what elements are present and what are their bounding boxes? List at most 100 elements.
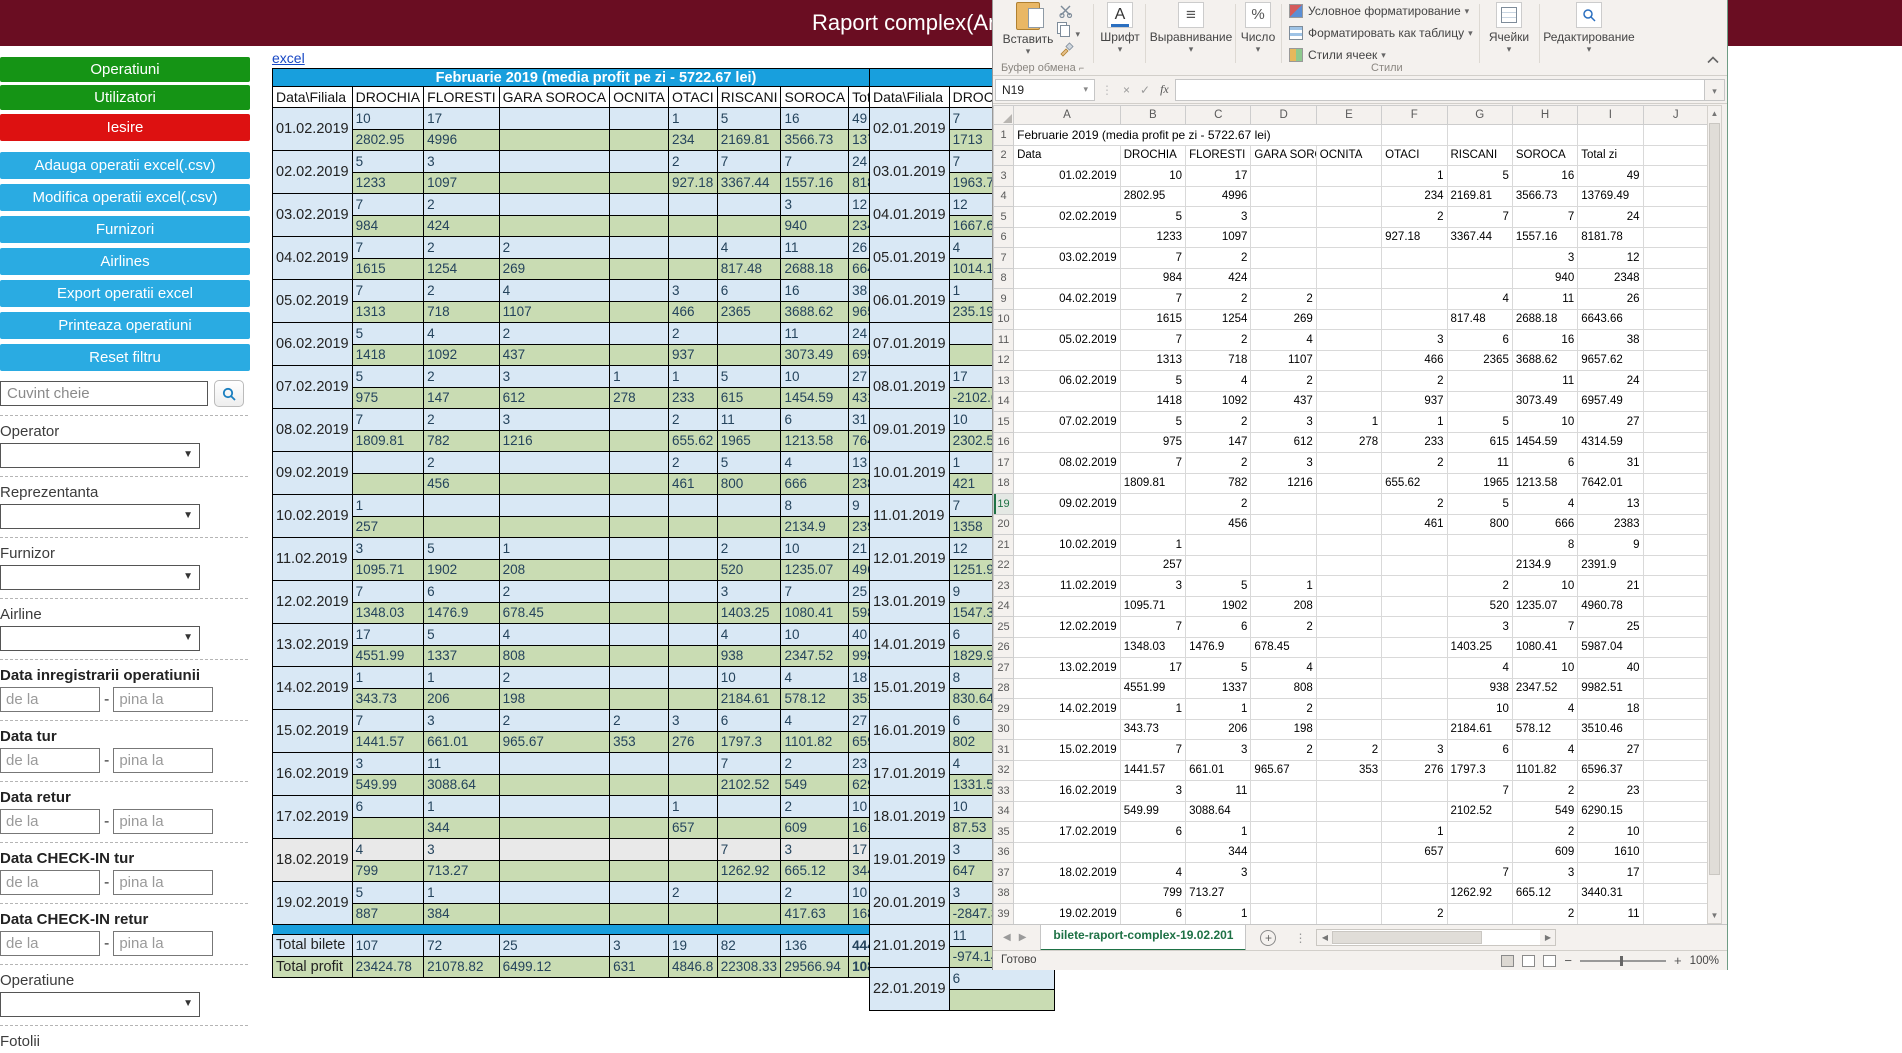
excel-row-header-9[interactable]: 9: [994, 289, 1014, 310]
search-input[interactable]: [0, 381, 208, 406]
excel-cell[interactable]: [1251, 863, 1316, 884]
excel-cell[interactable]: 665.12: [1512, 883, 1577, 904]
zoom-level-label[interactable]: 100%: [1690, 955, 1719, 967]
excel-cell[interactable]: [1382, 658, 1447, 679]
excel-column-header-h[interactable]: H: [1512, 106, 1577, 125]
excel-cell[interactable]: 24: [1578, 207, 1643, 228]
excel-cell[interactable]: 353: [1316, 760, 1381, 781]
excel-cell[interactable]: 17: [1120, 658, 1185, 679]
excel-cell[interactable]: 11: [1512, 289, 1577, 310]
excel-cell[interactable]: 31: [1578, 453, 1643, 474]
excel-cell[interactable]: [1643, 781, 1708, 802]
excel-cell[interactable]: 718: [1186, 350, 1251, 371]
excel-row-header-31[interactable]: 31: [994, 740, 1014, 761]
excel-cell[interactable]: [1643, 371, 1708, 392]
excel-cell[interactable]: [1643, 555, 1708, 576]
excel-cell[interactable]: 38: [1578, 330, 1643, 351]
excel-column-header-e[interactable]: E: [1316, 106, 1381, 125]
excel-cell[interactable]: [1382, 678, 1447, 699]
excel-cell[interactable]: [1643, 309, 1708, 330]
horizontal-scroll-thumb[interactable]: [1332, 931, 1482, 944]
excel-cell[interactable]: 4314.59: [1578, 432, 1643, 453]
excel-cell[interactable]: [1643, 535, 1708, 556]
filter-data-retur-to[interactable]: [113, 809, 213, 834]
excel-cell[interactable]: [1120, 842, 1185, 863]
excel-cell[interactable]: 5: [1447, 412, 1512, 433]
excel-cell[interactable]: [1251, 904, 1316, 925]
excel-cell[interactable]: 233: [1382, 432, 1447, 453]
excel-cell[interactable]: DROCHIA: [1120, 145, 1185, 166]
excel-cell[interactable]: 1213.58: [1512, 473, 1577, 494]
excel-cell[interactable]: 7: [1120, 453, 1185, 474]
excel-cell[interactable]: 27: [1578, 740, 1643, 761]
excel-cell[interactable]: 2365: [1447, 350, 1512, 371]
excel-cell[interactable]: [1014, 309, 1121, 330]
excel-cell[interactable]: [1251, 268, 1316, 289]
excel-cell[interactable]: 1313: [1120, 350, 1185, 371]
excel-cell[interactable]: [1316, 371, 1381, 392]
excel-cell[interactable]: [1316, 883, 1381, 904]
excel-cell[interactable]: 937: [1382, 391, 1447, 412]
excel-cell[interactable]: 1: [1120, 699, 1185, 720]
excel-row-header-17[interactable]: 17: [994, 453, 1014, 474]
excel-cell[interactable]: [1251, 166, 1316, 187]
cancel-entry-button[interactable]: ×: [1123, 83, 1130, 97]
excel-cell[interactable]: 3: [1512, 248, 1577, 269]
excel-cell[interactable]: [1643, 596, 1708, 617]
sidebar-button-modifica-operatii-excel-csv[interactable]: Modifica operatii excel(.csv): [0, 184, 250, 211]
excel-cell[interactable]: 10: [1120, 166, 1185, 187]
scroll-up-button[interactable]: ▲: [1708, 106, 1721, 121]
excel-cell[interactable]: 7: [1120, 740, 1185, 761]
excel-cell[interactable]: [1251, 514, 1316, 535]
excel-cell[interactable]: 1418: [1120, 391, 1185, 412]
excel-cell[interactable]: [1251, 801, 1316, 822]
excel-cell[interactable]: 1337: [1186, 678, 1251, 699]
excel-row-header-28[interactable]: 28: [994, 678, 1014, 699]
excel-cell[interactable]: [1251, 555, 1316, 576]
excel-cell[interactable]: 7: [1512, 617, 1577, 638]
excel-cell[interactable]: 1615: [1120, 309, 1185, 330]
excel-cell[interactable]: [1316, 309, 1381, 330]
excel-cell[interactable]: 1107: [1251, 350, 1316, 371]
excel-row-header-21[interactable]: 21: [994, 535, 1014, 556]
excel-cell[interactable]: 2102.52: [1447, 801, 1512, 822]
excel-row-header-24[interactable]: 24: [994, 596, 1014, 617]
filter-data-tur-from[interactable]: [0, 748, 100, 773]
excel-cell[interactable]: 520: [1447, 596, 1512, 617]
excel-cell[interactable]: [1643, 227, 1708, 248]
excel-cell[interactable]: 03.02.2019: [1014, 248, 1121, 269]
scroll-right-button[interactable]: ▶: [1540, 933, 1555, 942]
excel-cell[interactable]: 198: [1251, 719, 1316, 740]
excel-cell[interactable]: [1014, 268, 1121, 289]
excel-cell[interactable]: [1382, 596, 1447, 617]
excel-cell[interactable]: [1643, 801, 1708, 822]
excel-cell[interactable]: 6: [1512, 453, 1577, 474]
excel-cell[interactable]: 940: [1512, 268, 1577, 289]
excel-cell[interactable]: 10: [1578, 822, 1643, 843]
excel-cell[interactable]: 10.02.2019: [1014, 535, 1121, 556]
excel-cell[interactable]: 6: [1447, 330, 1512, 351]
excel-cell[interactable]: 984: [1120, 268, 1185, 289]
excel-cell[interactable]: 615: [1447, 432, 1512, 453]
excel-row-header-34[interactable]: 34: [994, 801, 1014, 822]
excel-cell[interactable]: [1643, 186, 1708, 207]
excel-cell[interactable]: 549.99: [1120, 801, 1185, 822]
excel-cell[interactable]: [1014, 473, 1121, 494]
excel-cell[interactable]: 1441.57: [1120, 760, 1185, 781]
excel-cell[interactable]: [1447, 535, 1512, 556]
excel-cell[interactable]: [1643, 391, 1708, 412]
excel-cell[interactable]: 17.02.2019: [1014, 822, 1121, 843]
excel-cell[interactable]: 975: [1120, 432, 1185, 453]
excel-cell[interactable]: 2688.18: [1512, 309, 1577, 330]
excel-cell[interactable]: 1080.41: [1512, 637, 1577, 658]
excel-cell[interactable]: 5987.04: [1578, 637, 1643, 658]
excel-cell[interactable]: 16: [1512, 166, 1577, 187]
excel-cell[interactable]: 17: [1186, 166, 1251, 187]
excel-cell[interactable]: [1643, 658, 1708, 679]
excel-cell[interactable]: 10: [1447, 699, 1512, 720]
excel-cell[interactable]: 3510.46: [1578, 719, 1643, 740]
excel-cell[interactable]: 234: [1382, 186, 1447, 207]
search-button[interactable]: [214, 380, 244, 407]
excel-row-header-18[interactable]: 18: [994, 473, 1014, 494]
horizontal-scrollbar[interactable]: ◀ ▶: [1316, 929, 1556, 946]
